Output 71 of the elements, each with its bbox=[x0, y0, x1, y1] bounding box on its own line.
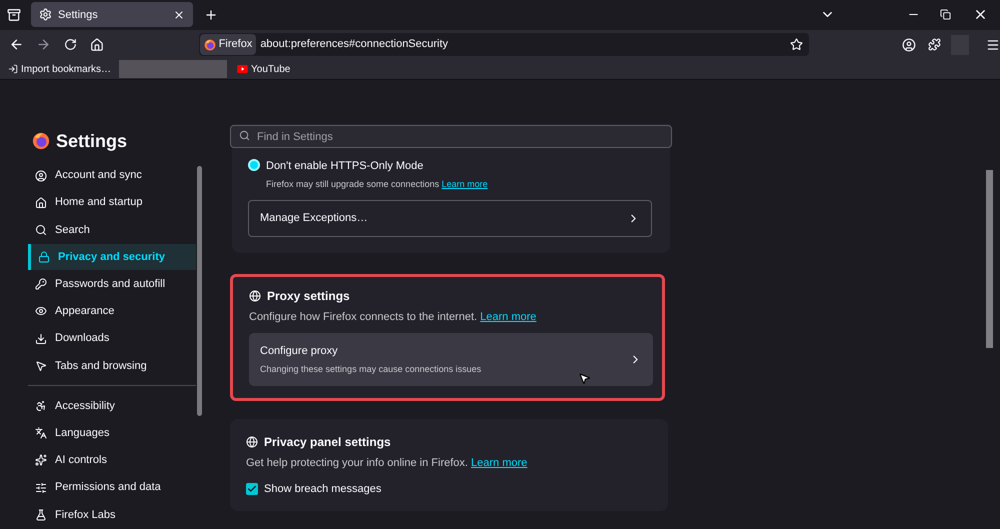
sidebar-item[interactable]: Firefox Labs bbox=[28, 502, 196, 528]
tab-title: Settings bbox=[58, 8, 99, 23]
sidebar-item[interactable]: Passwords and autofill bbox=[28, 271, 196, 298]
learn-more-link[interactable]: Learn more bbox=[471, 457, 528, 470]
page-title: Settings bbox=[56, 130, 128, 153]
url-text: about:preferences#connectionSecurity bbox=[260, 37, 450, 52]
tab-overview-icon[interactable] bbox=[7, 8, 21, 22]
extensions-icon[interactable] bbox=[928, 38, 942, 52]
reload-icon[interactable] bbox=[64, 38, 77, 52]
sliders-icon bbox=[35, 482, 47, 494]
restore-icon[interactable] bbox=[940, 9, 951, 20]
checkbox[interactable] bbox=[246, 482, 258, 495]
menu-icon[interactable] bbox=[986, 38, 1000, 52]
browser-tab[interactable]: Settings bbox=[31, 2, 193, 28]
option-description: Firefox may still upgrade some connections Learn more bbox=[266, 178, 488, 192]
globe-icon bbox=[249, 290, 261, 302]
import-icon bbox=[8, 64, 18, 74]
learn-more-link[interactable]: Learn more bbox=[480, 310, 536, 323]
radio-button[interactable] bbox=[248, 158, 260, 171]
identity-badge[interactable]: Firefox bbox=[200, 34, 256, 56]
close-tab-icon[interactable] bbox=[173, 8, 185, 21]
sidebar-item[interactable]: Appearance bbox=[28, 298, 196, 324]
sidebar-item[interactable]: Search bbox=[28, 216, 196, 243]
checkbox-label: Show breach messages bbox=[264, 482, 382, 497]
card-title: Privacy panel settings bbox=[264, 434, 391, 452]
sidebar-item[interactable]: Accessibility bbox=[28, 393, 196, 420]
search-icon bbox=[35, 224, 47, 236]
pointer-icon bbox=[35, 360, 47, 372]
manage-exceptions-button[interactable]: Manage Exceptions… bbox=[248, 200, 652, 237]
learn-more-link[interactable]: Learn more bbox=[442, 179, 488, 190]
forward-icon[interactable] bbox=[36, 37, 51, 52]
eye-icon bbox=[35, 305, 47, 318]
firefox-logo-icon bbox=[32, 132, 50, 150]
mouse-cursor-icon bbox=[578, 372, 591, 385]
home-icon bbox=[35, 196, 47, 209]
configure-proxy-button[interactable]: Configure proxy Changing these settings may cause connections issues bbox=[249, 333, 653, 386]
firefox-logo-icon bbox=[204, 38, 216, 51]
card-title: Proxy settings bbox=[267, 288, 350, 305]
card-description: Configure how Firefox connects to the internet. Learn more bbox=[249, 310, 538, 325]
identity-label: Firefox bbox=[218, 37, 252, 52]
address-bar[interactable]: Firefox about:preferences#connectionSecurity bbox=[198, 33, 810, 56]
globe-icon bbox=[246, 436, 258, 448]
sparkle-icon bbox=[35, 454, 47, 466]
sidebar-item[interactable]: Account and sync bbox=[28, 162, 196, 189]
bookmark-star-icon[interactable] bbox=[790, 38, 804, 52]
back-icon[interactable] bbox=[9, 37, 24, 52]
sidebar-item[interactable]: Home and startup bbox=[28, 190, 196, 216]
sidebar-item[interactable]: Languages bbox=[28, 420, 196, 446]
card-description: Get help protecting your info online in Firefox. Learn more bbox=[246, 456, 528, 472]
radio-label: Don't enable HTTPS-Only Mode bbox=[266, 158, 424, 174]
account-icon bbox=[35, 170, 47, 182]
bookmark-item[interactable]: Import bookmarks… bbox=[8, 62, 112, 77]
sidebar-item[interactable]: Permissions and data bbox=[28, 474, 196, 501]
sidebar-item[interactable]: Downloads bbox=[28, 326, 196, 352]
search-field[interactable]: Find in Settings bbox=[230, 125, 672, 148]
account-icon[interactable] bbox=[902, 38, 916, 52]
lock-icon bbox=[38, 251, 50, 264]
languages-icon bbox=[35, 427, 47, 440]
key-icon bbox=[35, 278, 47, 290]
download-icon bbox=[35, 332, 47, 345]
home-icon[interactable] bbox=[90, 38, 104, 52]
bookmark-item[interactable]: YouTube bbox=[237, 62, 290, 77]
gear-icon bbox=[39, 8, 52, 22]
new-tab-icon[interactable] bbox=[204, 8, 218, 22]
accessibility-icon bbox=[35, 400, 47, 412]
flask-icon bbox=[35, 508, 47, 521]
search-icon bbox=[239, 130, 250, 141]
sidebar-item[interactable]: Tabs and browsing bbox=[28, 352, 196, 379]
sidebar-item[interactable]: Privacy and security bbox=[28, 244, 196, 270]
youtube-logo-icon bbox=[237, 65, 248, 74]
sidebar-item[interactable]: AI controls bbox=[28, 447, 196, 474]
